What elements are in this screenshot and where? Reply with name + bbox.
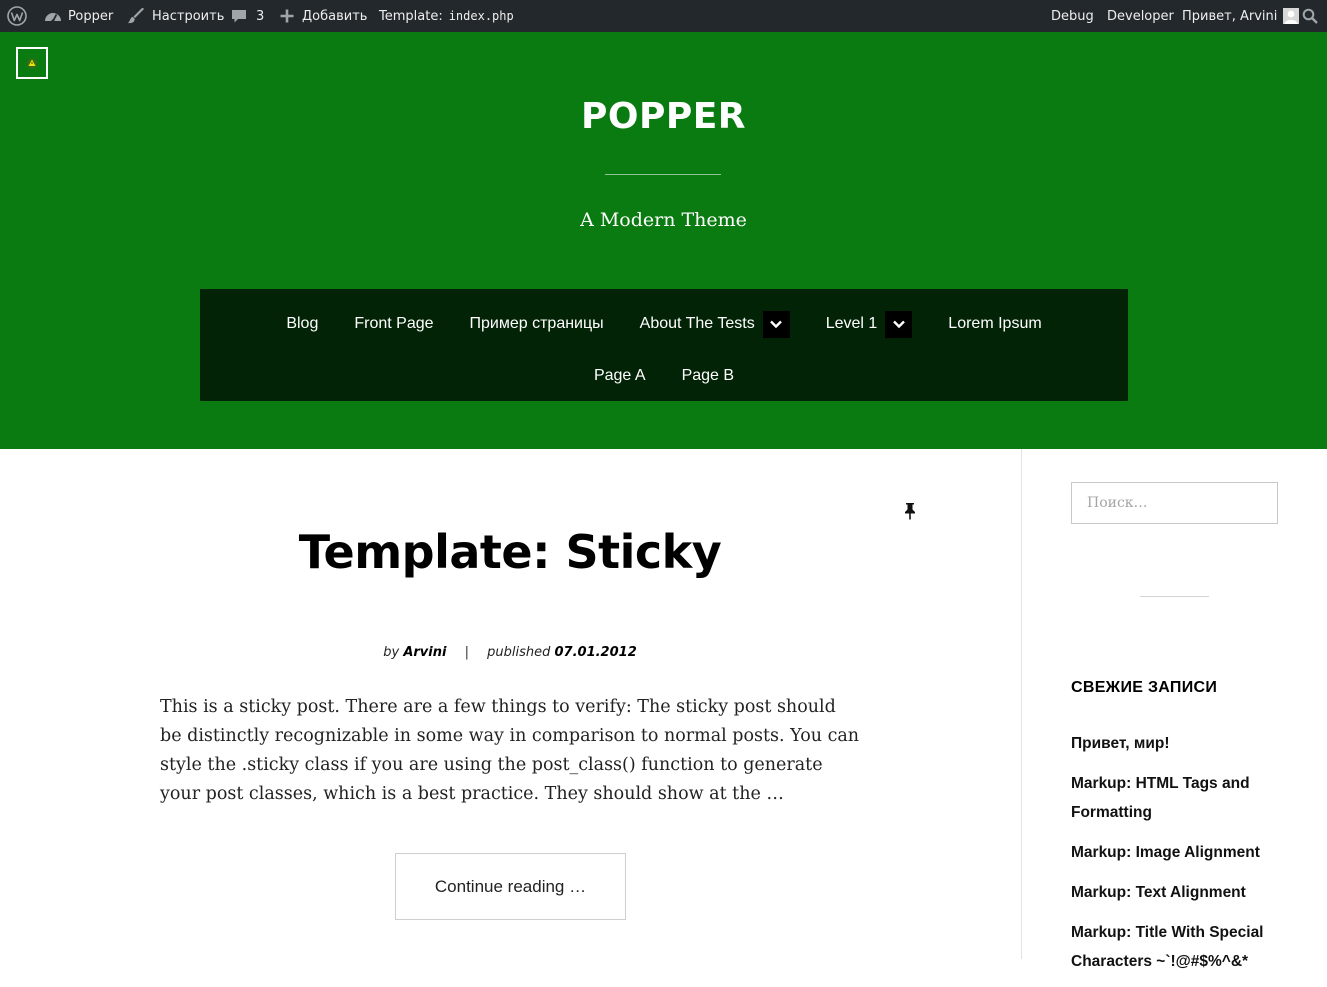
- pushpin-icon: [902, 502, 918, 522]
- greeting-label: Привет, Arvini: [1182, 8, 1278, 24]
- recent-post-link[interactable]: Привет, мир!: [1071, 729, 1281, 758]
- meta-published-label: published: [487, 645, 551, 660]
- admin-search-button[interactable]: [1302, 0, 1318, 32]
- nav-item-blog[interactable]: Blog: [286, 315, 318, 333]
- post-author-link[interactable]: Arvini: [403, 645, 446, 660]
- post-excerpt: This is a sticky post. There are a few t…: [160, 697, 860, 804]
- dashboard-icon: [44, 8, 62, 24]
- primary-navigation: Blog Front Page Пример страницы About Th…: [200, 289, 1128, 401]
- sidebar-search-input[interactable]: [1071, 482, 1278, 524]
- plus-icon: [279, 8, 295, 24]
- template-info[interactable]: Template: index.php: [379, 0, 514, 32]
- avatar: [1283, 8, 1300, 24]
- post-title[interactable]: Template: Sticky: [160, 525, 860, 579]
- site-tagline: A Modern Theme: [580, 209, 747, 231]
- debug-label: Debug: [1051, 8, 1094, 24]
- nav-item-level-1[interactable]: Level 1: [825, 310, 913, 338]
- nav-item-label: Пример страницы: [469, 315, 604, 332]
- debug-menu[interactable]: Debug: [1051, 0, 1094, 32]
- chevron-down-icon: [892, 320, 905, 329]
- widget-divider: [1140, 596, 1209, 597]
- recent-post-link[interactable]: Markup: Image Alignment: [1071, 838, 1281, 867]
- developer-menu[interactable]: Developer: [1107, 0, 1174, 32]
- template-label: Template:: [379, 8, 443, 24]
- site-name-menu[interactable]: Popper: [44, 0, 113, 32]
- nav-item-front-page[interactable]: Front Page: [354, 315, 433, 333]
- nav-item-page-b[interactable]: Page B: [682, 367, 734, 385]
- paintbrush-icon: [127, 8, 145, 24]
- customize-label: Настроить: [152, 8, 225, 24]
- meta-separator: |: [464, 645, 469, 660]
- meta-by-label: by: [383, 645, 400, 660]
- wordpress-logo-button[interactable]: [7, 0, 27, 32]
- nav-item-label: Blog: [286, 315, 319, 332]
- post-meta: by Arvini | published 07.01.2012: [160, 645, 860, 660]
- site-title[interactable]: POPPER: [0, 96, 1327, 137]
- add-new-menu[interactable]: Добавить: [279, 0, 367, 32]
- title-divider: [605, 174, 721, 175]
- nav-item-label: About The Tests: [639, 315, 755, 332]
- search-icon: [1302, 8, 1318, 24]
- nav-item-label: Level 1: [825, 315, 878, 332]
- nav-item-page-a[interactable]: Page A: [594, 367, 646, 385]
- nav-item-label: Page A: [593, 367, 646, 384]
- continue-reading-label: Continue reading …: [434, 876, 587, 896]
- nav-item-about-the-tests[interactable]: About The Tests: [639, 310, 790, 338]
- site-header: POPPER A Modern Theme Blog Front Page Пр…: [0, 32, 1327, 449]
- post-date-link[interactable]: 07.01.2012: [555, 645, 637, 660]
- nav-row-2: Page A Page B: [200, 359, 1128, 393]
- recent-post-link[interactable]: Markup: Text Alignment: [1071, 878, 1281, 907]
- chevron-down-icon: [770, 320, 783, 329]
- wordpress-logo-icon: [7, 6, 27, 26]
- nav-item-sample-page[interactable]: Пример страницы: [470, 315, 604, 333]
- nav-item-label: Page B: [681, 367, 735, 384]
- developer-label: Developer: [1107, 8, 1174, 24]
- comments-count: 3: [256, 8, 265, 24]
- sidebar-divider: [1021, 449, 1022, 959]
- site-name-label: Popper: [68, 8, 114, 24]
- nav-item-label: Front Page: [354, 315, 434, 332]
- recent-posts-title: СВЕЖИЕ ЗАПИСИ: [1071, 679, 1218, 696]
- nav-item-lorem-ipsum[interactable]: Lorem Ipsum: [948, 315, 1041, 333]
- recent-posts-list: Привет, мир! Markup: HTML Tags and Forma…: [1071, 729, 1281, 987]
- customize-link[interactable]: Настроить: [127, 0, 224, 32]
- comment-bubble-icon: [231, 8, 247, 24]
- account-menu[interactable]: Привет, Arvini: [1182, 0, 1300, 32]
- submenu-toggle-button[interactable]: [762, 310, 790, 338]
- nav-row-1: Blog Front Page Пример страницы About Th…: [200, 307, 1128, 341]
- continue-reading-button[interactable]: Continue reading …: [395, 853, 626, 920]
- template-file: index.php: [448, 9, 514, 23]
- add-new-label: Добавить: [302, 8, 368, 24]
- comments-link[interactable]: 3: [231, 0, 264, 32]
- recent-post-link[interactable]: Markup: Title With Special Characters ~`…: [1071, 918, 1281, 976]
- accessibility-toggle-button[interactable]: [16, 47, 48, 79]
- warning-icon: [26, 54, 38, 73]
- admin-bar: Popper Настроить 3 Добавить Template: in…: [0, 0, 1327, 32]
- nav-item-label: Lorem Ipsum: [948, 315, 1042, 332]
- submenu-toggle-button[interactable]: [885, 310, 913, 338]
- recent-post-link[interactable]: Markup: HTML Tags and Formatting: [1071, 769, 1281, 827]
